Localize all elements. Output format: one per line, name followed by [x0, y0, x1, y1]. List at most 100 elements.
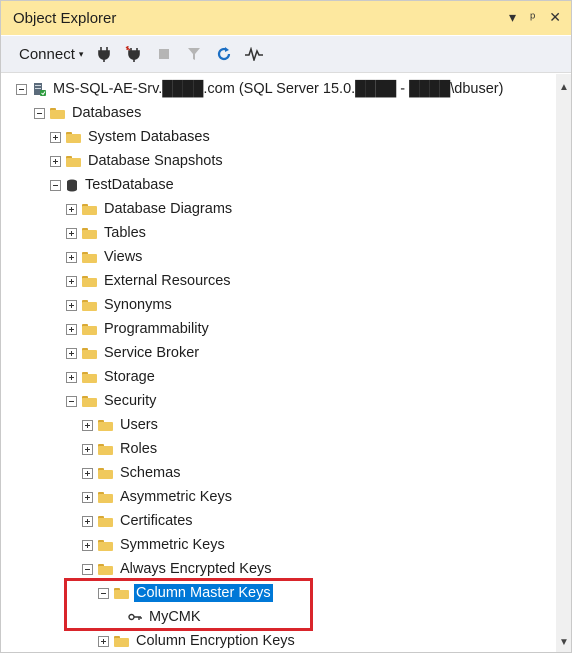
tree-label: Column Encryption Keys	[136, 633, 295, 649]
close-icon[interactable]: ✕	[549, 9, 561, 26]
tree-label: Always Encrypted Keys	[120, 561, 272, 577]
expand-icon[interactable]	[66, 323, 77, 335]
expand-icon[interactable]	[82, 491, 93, 503]
tree-node-database-snapshots[interactable]: Database Snapshots	[50, 149, 225, 173]
expand-icon[interactable]	[50, 131, 61, 143]
expand-icon[interactable]	[66, 203, 77, 215]
tree-node-testdatabase[interactable]: TestDatabase	[50, 173, 176, 197]
expand-icon[interactable]	[82, 515, 93, 527]
tree-label: Users	[120, 417, 158, 433]
disconnect-icon[interactable]	[125, 45, 143, 63]
folder-icon	[98, 419, 113, 431]
folder-icon	[66, 155, 81, 167]
folder-icon	[82, 203, 97, 215]
object-tree: MS-SQL-AE-Srv.████.com (SQL Server 15.0.…	[0, 74, 556, 652]
filter-icon[interactable]	[185, 45, 203, 63]
tree-label: Security	[104, 393, 157, 409]
tree-node-programmability[interactable]: Programmability	[66, 317, 211, 341]
expand-icon[interactable]	[66, 347, 77, 359]
expand-icon[interactable]	[98, 635, 109, 647]
folder-icon	[98, 443, 113, 455]
tree-node-external-resources[interactable]: External Resources	[66, 269, 233, 293]
folder-icon	[82, 275, 97, 287]
tree-node-asymmetric-keys[interactable]: Asymmetric Keys	[82, 485, 234, 509]
expand-icon[interactable]	[82, 539, 93, 551]
tree-node-views[interactable]: Views	[66, 245, 144, 269]
collapse-icon[interactable]	[34, 107, 45, 119]
collapse-icon[interactable]	[66, 395, 77, 407]
expand-icon[interactable]	[82, 419, 93, 431]
folder-icon	[50, 107, 65, 119]
folder-icon	[98, 467, 113, 479]
server-icon	[32, 82, 47, 97]
toolbar: Connect ▾	[1, 36, 571, 73]
tree-node-certificates[interactable]: Certificates	[82, 509, 195, 533]
tree-label: TestDatabase	[85, 177, 174, 193]
highlight-box	[64, 578, 313, 631]
collapse-icon[interactable]	[50, 179, 61, 191]
folder-icon	[82, 347, 97, 359]
tree-label: Roles	[120, 441, 158, 457]
tree-node-synonyms[interactable]: Synonyms	[66, 293, 174, 317]
folder-icon	[98, 515, 113, 527]
tree-node-database-diagrams[interactable]: Database Diagrams	[66, 197, 234, 221]
connect-caret-icon: ▾	[78, 48, 84, 59]
tree-node-users[interactable]: Users	[82, 413, 160, 437]
tree-label: Synonyms	[104, 297, 172, 313]
activity-monitor-icon[interactable]	[245, 45, 264, 63]
tree-label: Views	[104, 249, 143, 265]
tree-label: MS-SQL-AE-Srv.████.com (SQL Server 15.0.…	[53, 81, 504, 97]
tree-label: Asymmetric Keys	[120, 489, 232, 505]
tree-node-service-broker[interactable]: Service Broker	[66, 341, 201, 365]
dropdown-icon[interactable]: ▾	[509, 9, 516, 26]
folder-icon	[114, 635, 129, 647]
tree-label: Databases	[72, 105, 142, 121]
expand-icon[interactable]	[66, 227, 77, 239]
vertical-scrollbar[interactable]: ▲ ▼	[556, 74, 571, 652]
expand-icon[interactable]	[66, 371, 77, 383]
tree-label: System Databases	[88, 129, 210, 145]
panel-title-bar: Object Explorer ▾ ᵖ ✕	[1, 1, 571, 35]
tree-node-server[interactable]: MS-SQL-AE-Srv.████.com (SQL Server 15.0.…	[16, 77, 505, 101]
expand-icon[interactable]	[66, 251, 77, 263]
folder-icon	[82, 299, 97, 311]
tree-label: Database Diagrams	[104, 201, 233, 217]
connect-button[interactable]: Connect ▾	[19, 46, 83, 63]
folder-icon	[66, 131, 81, 143]
expand-icon[interactable]	[82, 467, 93, 479]
folder-icon	[82, 371, 97, 383]
folder-icon	[82, 395, 97, 407]
expand-icon[interactable]	[66, 299, 77, 311]
scroll-down-icon[interactable]: ▼	[559, 637, 569, 648]
folder-icon	[82, 323, 97, 335]
tree-node-schemas[interactable]: Schemas	[82, 461, 182, 485]
folder-icon	[98, 539, 113, 551]
tree-label: External Resources	[104, 273, 231, 289]
pin-icon[interactable]: ᵖ	[530, 9, 535, 26]
tree-node-databases[interactable]: Databases	[34, 101, 143, 125]
tree-node-column-encryption-keys[interactable]: Column Encryption Keys	[98, 629, 297, 652]
collapse-icon[interactable]	[16, 83, 27, 95]
scroll-up-icon[interactable]: ▲	[559, 82, 569, 93]
tree-label: Symmetric Keys	[120, 537, 225, 553]
refresh-icon[interactable]	[215, 45, 233, 63]
collapse-icon[interactable]	[82, 563, 93, 575]
expand-icon[interactable]	[50, 155, 61, 167]
tree-node-storage[interactable]: Storage	[66, 365, 157, 389]
tree-node-system-databases[interactable]: System Databases	[50, 125, 212, 149]
tree-node-roles[interactable]: Roles	[82, 437, 159, 461]
tree-label: Database Snapshots	[88, 153, 223, 169]
stop-icon[interactable]	[155, 45, 173, 63]
expand-icon[interactable]	[82, 443, 93, 455]
tree-label: Certificates	[120, 513, 193, 529]
tree-label: Tables	[104, 225, 146, 241]
folder-icon	[98, 491, 113, 503]
panel-title: Object Explorer	[13, 9, 117, 27]
tree-label: Programmability	[104, 321, 209, 337]
tree-node-security[interactable]: Security	[66, 389, 158, 413]
connect-plug-icon[interactable]	[95, 45, 113, 63]
tree-node-symmetric-keys[interactable]: Symmetric Keys	[82, 533, 227, 557]
expand-icon[interactable]	[66, 275, 77, 287]
tree-node-tables[interactable]: Tables	[66, 221, 148, 245]
connect-label: Connect	[19, 45, 75, 63]
